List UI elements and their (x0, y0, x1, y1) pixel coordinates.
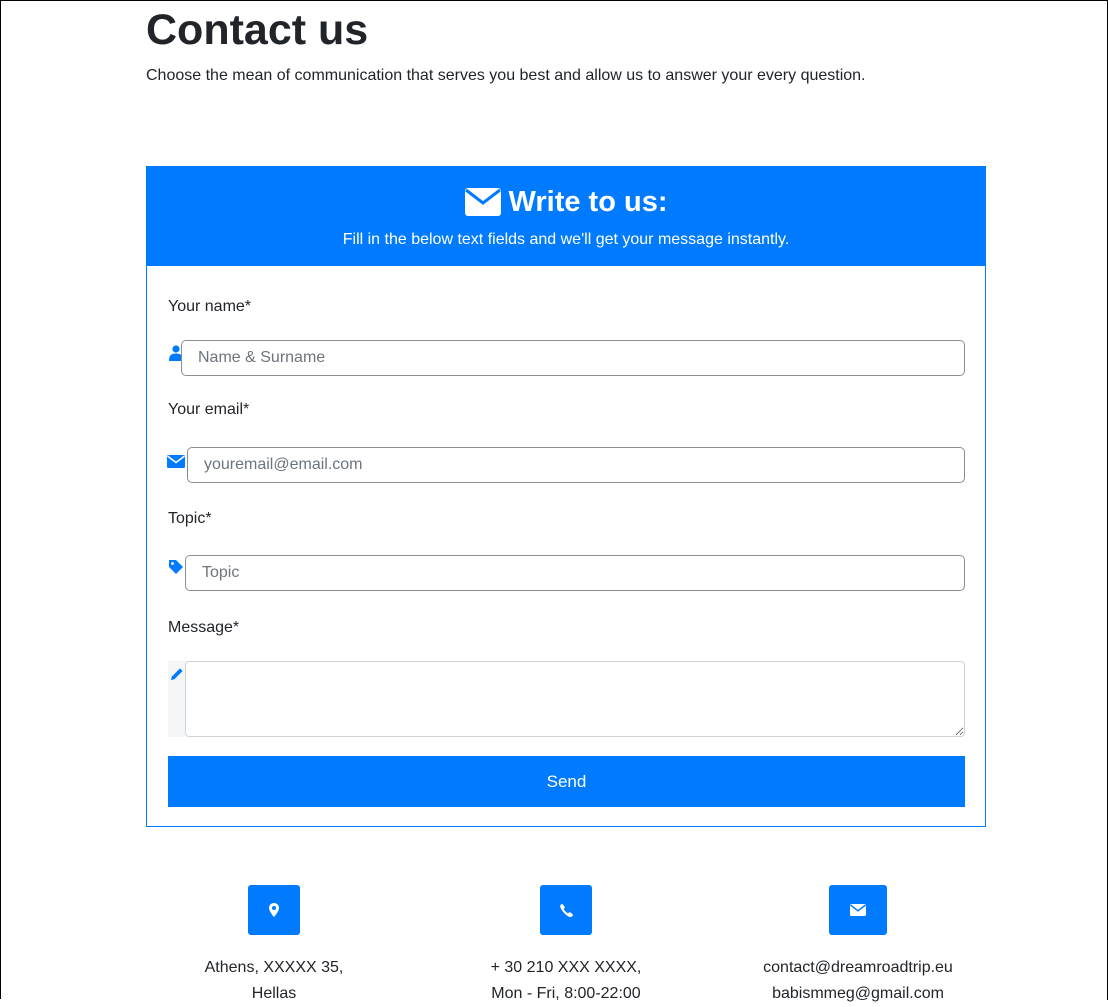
envelope-icon (167, 452, 185, 470)
topic-label: Topic* (168, 510, 212, 527)
name-input[interactable] (181, 340, 965, 376)
phone-line-1: + 30 210 XXX XXXX, (490, 959, 642, 976)
form-title-row: Write to us: (147, 183, 985, 221)
page-title: Contact us (146, 6, 369, 54)
address-info: Athens, XXXXX 35, Hellas (144, 885, 404, 1007)
form-subtitle: Fill in the below text fields and we'll … (342, 231, 790, 248)
contact-form-card: Write to us: Fill in the below text fiel… (146, 166, 986, 827)
phone-info: + 30 210 XXX XXXX, Mon - Fri, 8:00-22:00 (436, 885, 696, 1007)
envelope-icon (829, 885, 887, 935)
send-button[interactable]: Send (168, 756, 965, 807)
message-textarea[interactable] (185, 661, 965, 737)
address-line-2: Hellas (251, 985, 297, 1002)
phone-line-2: Mon - Fri, 8:00-22:00 (491, 985, 641, 1002)
topic-input[interactable] (185, 555, 965, 591)
form-title: Write to us: (508, 186, 668, 218)
page-intro: Choose the mean of communication that se… (146, 67, 866, 84)
form-header: Write to us: Fill in the below text fiel… (147, 167, 985, 266)
envelope-icon (464, 188, 501, 216)
email-input[interactable] (187, 447, 965, 483)
name-label: Your name* (168, 298, 252, 315)
message-label: Message* (168, 619, 240, 636)
phone-icon (540, 885, 592, 935)
pencil-icon (168, 665, 186, 683)
email-info: contact@dreamroadtrip.eu babismmeg@gmail… (728, 885, 988, 1007)
email-label: Your email* (168, 401, 250, 418)
email-line-1: contact@dreamroadtrip.eu (763, 959, 953, 976)
tag-icon (167, 558, 185, 576)
address-line-1: Athens, XXXXX 35, (204, 959, 344, 976)
email-line-2: babismmeg@gmail.com (772, 985, 944, 1002)
map-marker-icon (248, 885, 300, 935)
